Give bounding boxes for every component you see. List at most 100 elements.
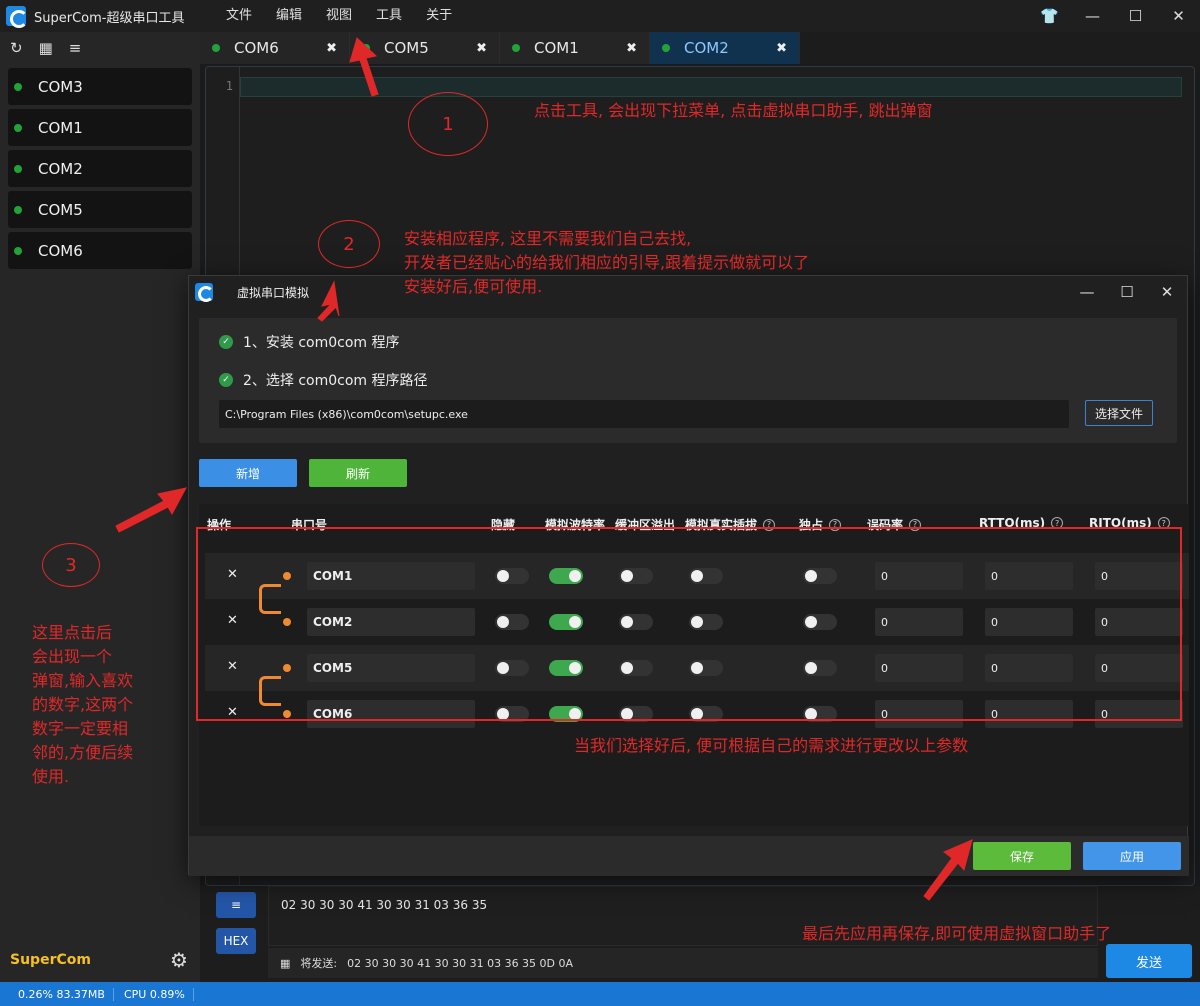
send-button[interactable]: 发送	[1106, 944, 1192, 978]
sidebar-port-com6[interactable]: COM6	[8, 232, 192, 269]
error-rate-field[interactable]: 0	[875, 562, 963, 590]
dialog-maximize-button[interactable]: ☐	[1107, 276, 1147, 308]
settings-gear-icon[interactable]: ⚙	[170, 948, 188, 972]
toggle-hide[interactable]	[495, 706, 529, 722]
annotation-circle-1: 1	[408, 92, 488, 156]
rtto-field[interactable]: 0	[985, 608, 1073, 636]
port-name-field[interactable]: COM6	[307, 700, 475, 728]
skin-icon[interactable]: 👕	[1028, 0, 1071, 32]
rito-field[interactable]: 0	[1095, 700, 1183, 728]
menu-tools[interactable]: 工具	[364, 0, 414, 32]
save-button[interactable]: 保存	[973, 842, 1071, 870]
toggle-baud[interactable]	[549, 660, 583, 676]
toggle-hide[interactable]	[495, 660, 529, 676]
dialog-close-button[interactable]: ✕	[1147, 276, 1187, 308]
help-icon[interactable]: ?	[909, 518, 922, 531]
toggle-exclusive[interactable]	[803, 614, 837, 630]
menu-file[interactable]: 文件	[214, 0, 264, 32]
refresh-icon[interactable]: ↻	[10, 39, 23, 57]
add-button[interactable]: 新增	[199, 459, 297, 487]
error-rate-field[interactable]: 0	[875, 700, 963, 728]
rito-field[interactable]: 0	[1095, 562, 1183, 590]
pair-bracket	[259, 584, 281, 614]
rtto-field[interactable]: 0	[985, 654, 1073, 682]
port-name-field[interactable]: COM2	[307, 608, 475, 636]
sidebar-port-com1[interactable]: COM1	[8, 109, 192, 146]
help-icon[interactable]: ?	[1157, 517, 1170, 529]
help-icon[interactable]: ?	[763, 518, 776, 531]
menu-edit[interactable]: 编辑	[264, 0, 314, 32]
rito-field[interactable]: 0	[1095, 608, 1183, 636]
toggle-knob	[569, 570, 581, 582]
sidebar-port-com3[interactable]: COM3	[8, 68, 192, 105]
close-icon[interactable]: ✖	[326, 41, 337, 56]
toggle-overflow[interactable]	[619, 614, 653, 630]
delete-icon[interactable]: ✕	[227, 613, 238, 628]
tab-com6[interactable]: COM6 ✖	[200, 32, 350, 64]
brand-logo: SuperCom	[10, 952, 91, 968]
toggle-overflow[interactable]	[619, 706, 653, 722]
rito-field[interactable]: 0	[1095, 654, 1183, 682]
sort-icon[interactable]: ≡	[69, 39, 82, 57]
error-rate-field[interactable]: 0	[875, 608, 963, 636]
title-bar: SuperCom-超级串口工具 文件 编辑 视图 工具 关于 👕 — ☐ ✕	[0, 0, 1200, 32]
toggle-plug[interactable]	[689, 660, 723, 676]
toggle-knob	[805, 662, 817, 674]
tab-com2[interactable]: COM2 ✖	[650, 32, 800, 64]
close-icon[interactable]: ✖	[776, 41, 787, 56]
close-button[interactable]: ✕	[1157, 0, 1200, 32]
toggle-exclusive[interactable]	[803, 568, 837, 584]
sidebar-port-com2[interactable]: COM2	[8, 150, 192, 187]
install-panel: ✓ 1、安装 com0com 程序 ✓ 2、选择 com0com 程序路径 C:\P…	[199, 318, 1177, 443]
delete-icon[interactable]: ✕	[227, 705, 238, 720]
close-icon[interactable]: ✖	[476, 41, 487, 56]
minimize-button[interactable]: —	[1071, 0, 1114, 32]
help-icon[interactable]: ?	[1051, 517, 1064, 529]
pair-dot	[283, 664, 291, 672]
tab-com1[interactable]: COM1 ✖	[500, 32, 650, 64]
hex-button[interactable]: HEX	[216, 928, 256, 954]
sidebar-port-com5[interactable]: COM5	[8, 191, 192, 228]
close-icon[interactable]: ✖	[626, 41, 637, 56]
toggle-overflow[interactable]	[619, 568, 653, 584]
apply-button[interactable]: 应用	[1083, 842, 1181, 870]
toggle-plug[interactable]	[689, 706, 723, 722]
format-button[interactable]: ≡	[216, 892, 256, 918]
grid-icon[interactable]: ▦	[39, 39, 53, 57]
refresh-button[interactable]: 刷新	[309, 459, 407, 487]
port-name-field[interactable]: COM5	[307, 654, 475, 682]
app-title: SuperCom-超级串口工具	[34, 10, 185, 26]
toggle-baud[interactable]	[549, 614, 583, 630]
virtual-port-dialog: 虚拟串口模拟 — ☐ ✕ ✓ 1、安装 com0com 程序 ✓ 2、选择 com0…	[188, 275, 1189, 876]
dialog-minimize-button[interactable]: —	[1067, 276, 1107, 308]
setup-path-input[interactable]: C:\Program Files (x86)\com0com\setupc.ex…	[219, 400, 1069, 428]
rtto-field[interactable]: 0	[985, 562, 1073, 590]
toggle-exclusive[interactable]	[803, 660, 837, 676]
header-hide: 隐藏	[491, 518, 516, 532]
toggle-hide[interactable]	[495, 568, 529, 584]
maximize-button[interactable]: ☐	[1114, 0, 1157, 32]
rtto-field[interactable]: 0	[985, 700, 1073, 728]
toggle-plug[interactable]	[689, 614, 723, 630]
toggle-overflow[interactable]	[619, 660, 653, 676]
toggle-plug[interactable]	[689, 568, 723, 584]
toggle-baud[interactable]	[549, 568, 583, 584]
menu-view[interactable]: 视图	[314, 0, 364, 32]
status-dot	[14, 246, 22, 255]
delete-icon[interactable]: ✕	[227, 567, 238, 582]
header-rito: RITO(ms)?	[1089, 516, 1170, 530]
menu-about[interactable]: 关于	[414, 0, 464, 32]
toggle-exclusive[interactable]	[803, 706, 837, 722]
toggle-knob	[569, 708, 581, 720]
toggle-baud[interactable]	[549, 706, 583, 722]
help-icon[interactable]: ?	[829, 518, 842, 531]
delete-icon[interactable]: ✕	[227, 659, 238, 674]
toggle-hide[interactable]	[495, 614, 529, 630]
port-pairs-table: 操作 串口号 隐藏 模拟波特率 缓冲区溢出 模拟真实插拔? 独占? 误码率? R…	[199, 504, 1189, 826]
tab-com5[interactable]: COM5 ✖	[350, 32, 500, 64]
choose-file-button[interactable]: 选择文件	[1085, 400, 1153, 426]
error-rate-field[interactable]: 0	[875, 654, 963, 682]
header-rtto: RTTO(ms)?	[979, 516, 1064, 530]
port-label: COM5	[38, 200, 83, 219]
port-name-field[interactable]: COM1	[307, 562, 475, 590]
